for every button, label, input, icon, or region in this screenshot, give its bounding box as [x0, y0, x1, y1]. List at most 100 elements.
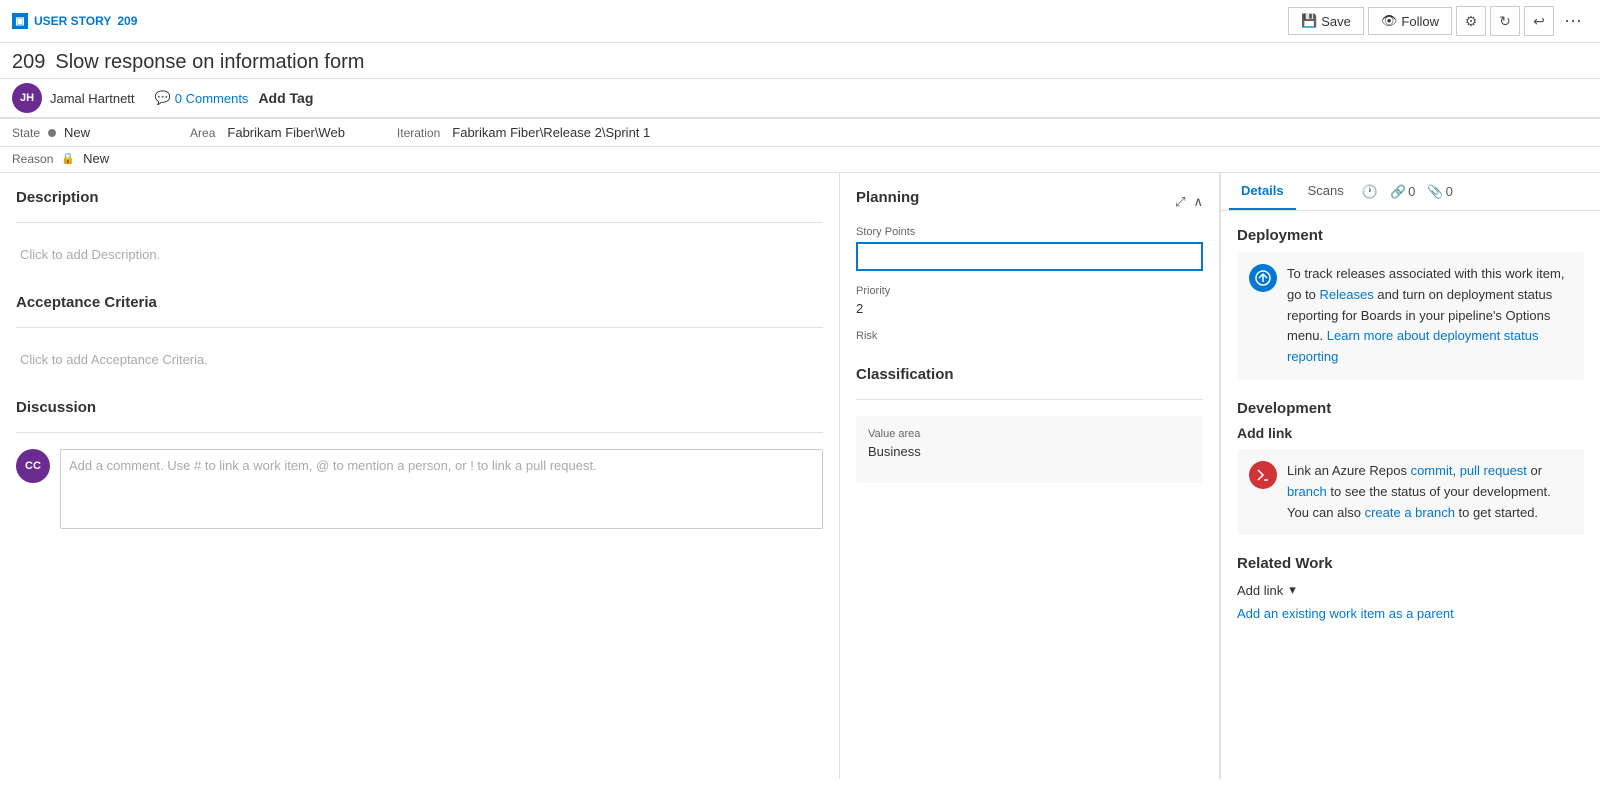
development-card: Link an Azure Repos commit, pull request…	[1237, 449, 1584, 535]
right-content: Deployment To track releases associated …	[1221, 211, 1600, 779]
work-item-type: ▣ USER STORY 209	[12, 13, 137, 29]
meta-bar: JH Jamal Hartnett 💬 0 Comments Add Tag	[0, 79, 1600, 119]
tab-history[interactable]: 🕐	[1356, 174, 1384, 210]
add-existing-parent-link[interactable]: Add an existing work item as a parent	[1237, 606, 1454, 621]
refresh-button[interactable]: ↻	[1490, 6, 1520, 36]
right-panel: Details Scans 🕐 🔗 0 📎 0 Deployment	[1220, 173, 1600, 779]
acceptance-criteria-placeholder[interactable]: Click to add Acceptance Criteria.	[16, 344, 823, 375]
related-add-link-label: Add link	[1237, 583, 1283, 598]
save-icon: 💾	[1301, 13, 1317, 29]
description-title: Description	[16, 189, 823, 206]
description-placeholder[interactable]: Click to add Description.	[16, 239, 823, 270]
priority-label: Priority	[856, 285, 1203, 297]
add-tag-button[interactable]: Add Tag	[258, 90, 313, 106]
related-work-section: Related Work Add link ▾ Add an existing …	[1237, 555, 1584, 621]
acceptance-criteria-title: Acceptance Criteria	[16, 294, 823, 311]
tab-attachments[interactable]: 📎 0	[1421, 174, 1458, 210]
history-icon: 🕐	[1362, 184, 1378, 200]
classification-divider	[856, 399, 1203, 400]
undo-icon: ↩	[1533, 13, 1545, 30]
avatar: JH	[12, 83, 42, 113]
work-item-icon: ▣	[12, 13, 28, 29]
action-bar: 💾 Save 👁 Follow ⚙ ↻ ↩ ⋯	[1288, 6, 1588, 36]
reason-bar: Reason 🔒 New	[0, 147, 1600, 173]
discussion-divider	[16, 432, 823, 433]
discussion-avatar: CC	[16, 449, 50, 483]
area-value[interactable]: Fabrikam Fiber\Web	[227, 125, 345, 140]
planning-header: Planning ⤢ ∧	[856, 189, 1203, 214]
tab-details[interactable]: Details	[1229, 173, 1296, 210]
story-points-field: Story Points	[856, 226, 1203, 271]
pull-request-link[interactable]: pull request	[1460, 463, 1527, 478]
more-icon: ⋯	[1564, 11, 1582, 32]
state-bar: State New Area Fabrikam Fiber\Web Iterat…	[0, 119, 1600, 147]
collapse-icon[interactable]: ∧	[1193, 194, 1203, 210]
attachment-icon: 📎	[1427, 184, 1443, 200]
classification-title: Classification	[856, 366, 1203, 383]
comment-placeholder: Add a comment. Use # to link a work item…	[69, 458, 597, 473]
development-section: Development Add link Link an Azure Repos…	[1237, 400, 1584, 535]
reason-value[interactable]: New	[83, 151, 109, 166]
middle-panel: Planning ⤢ ∧ Story Points Priority 2 Ris…	[840, 173, 1220, 779]
discussion-input-row: CC Add a comment. Use # to link a work i…	[16, 449, 823, 529]
priority-value[interactable]: 2	[856, 301, 1203, 316]
expand-icon[interactable]: ⤢	[1175, 194, 1185, 210]
deployment-section: Deployment To track releases associated …	[1237, 227, 1584, 380]
work-item-type-bar: ▣ USER STORY 209 💾 Save 👁 Follow ⚙ ↻ ↩ ⋯	[0, 0, 1600, 43]
risk-label: Risk	[856, 330, 1203, 342]
assignee-name[interactable]: Jamal Hartnett	[50, 91, 135, 106]
acceptance-criteria-divider	[16, 327, 823, 328]
planning-section: Planning ⤢ ∧ Story Points Priority 2 Ris…	[856, 189, 1203, 342]
deployment-body: To track releases associated with this w…	[1287, 264, 1572, 368]
releases-link[interactable]: Releases	[1320, 287, 1374, 302]
item-title[interactable]: Slow response on information form	[55, 51, 1588, 74]
tab-links[interactable]: 🔗 0	[1384, 174, 1421, 210]
create-branch-link[interactable]: create a branch	[1365, 505, 1455, 520]
value-area-value[interactable]: Business	[868, 444, 1191, 459]
iteration-label: Iteration	[397, 126, 440, 140]
iteration-value[interactable]: Fabrikam Fiber\Release 2\Sprint 1	[452, 125, 650, 140]
link-icon: 🔗	[1390, 184, 1406, 200]
tab-scans[interactable]: Scans	[1296, 173, 1356, 210]
dev-icon	[1249, 461, 1277, 489]
left-panel: Description Click to add Description. Ac…	[0, 173, 840, 779]
description-divider	[16, 222, 823, 223]
right-tabs: Details Scans 🕐 🔗 0 📎 0	[1221, 173, 1600, 211]
gear-icon: ⚙	[1465, 13, 1478, 30]
comments-button[interactable]: 💬 0 Comments	[155, 90, 249, 106]
state-label: State	[12, 126, 40, 140]
more-button[interactable]: ⋯	[1558, 6, 1588, 36]
description-section: Description Click to add Description.	[16, 189, 823, 270]
story-points-input[interactable]	[856, 242, 1203, 271]
chevron-down-icon: ▾	[1289, 582, 1296, 598]
related-work-add-link-button[interactable]: Add link ▾	[1237, 582, 1296, 598]
comment-icon: 💬	[155, 90, 171, 106]
comment-input[interactable]: Add a comment. Use # to link a work item…	[60, 449, 823, 529]
follow-button[interactable]: 👁 Follow	[1368, 7, 1452, 35]
title-bar: 209 Slow response on information form	[0, 43, 1600, 79]
development-body: Link an Azure Repos commit, pull request…	[1287, 461, 1572, 523]
dev-add-link-label[interactable]: Add link	[1237, 425, 1584, 441]
commit-link[interactable]: commit	[1411, 463, 1453, 478]
risk-field: Risk	[856, 330, 1203, 342]
branch-link[interactable]: branch	[1287, 484, 1327, 499]
undo-button[interactable]: ↩	[1524, 6, 1554, 36]
state-field: State New	[12, 125, 90, 140]
related-work-title: Related Work	[1237, 555, 1584, 572]
classification-card: Value area Business	[856, 416, 1203, 483]
state-value[interactable]: New	[64, 125, 90, 140]
planning-title: Planning	[856, 189, 919, 206]
learn-more-link[interactable]: Learn more about deployment status repor…	[1287, 328, 1539, 364]
settings-button[interactable]: ⚙	[1456, 6, 1486, 36]
value-area-label: Value area	[868, 428, 1191, 440]
assignee-section: JH Jamal Hartnett	[12, 83, 135, 113]
development-title: Development	[1237, 400, 1584, 417]
area-section: Area Fabrikam Fiber\Web Iteration Fabrik…	[190, 125, 650, 140]
state-dot	[48, 129, 56, 137]
planning-actions: ⤢ ∧	[1175, 194, 1203, 210]
save-button[interactable]: 💾 Save	[1288, 7, 1364, 35]
priority-field: Priority 2	[856, 285, 1203, 316]
deployment-title: Deployment	[1237, 227, 1584, 244]
refresh-icon: ↻	[1499, 13, 1511, 30]
classification-section: Classification Value area Business	[856, 366, 1203, 483]
